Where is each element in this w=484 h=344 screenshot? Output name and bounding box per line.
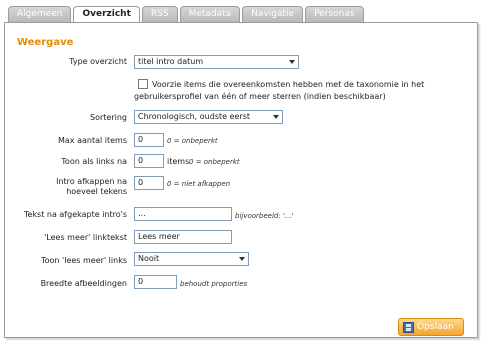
links-na-input[interactable]: 0: [134, 154, 164, 168]
lees-meer-tekst-label: 'Lees meer' linktekst: [44, 233, 127, 242]
tab-rss[interactable]: RSS: [141, 6, 178, 22]
tab-navigatie[interactable]: Navigatie: [242, 6, 304, 22]
taxonomie-checkbox-label: Voorzie items die overeenkomsten hebben …: [134, 80, 425, 101]
save-button[interactable]: Opslaan: [398, 318, 464, 336]
save-button-label: Opslaan: [417, 322, 454, 332]
floppy-disk-icon: [403, 321, 414, 333]
sortering-label: Sortering: [90, 113, 127, 122]
links-na-suffix: items: [167, 157, 190, 166]
tekst-na-hint: bijvoorbeeld: '...': [235, 212, 294, 220]
breedte-input[interactable]: 0: [134, 275, 177, 289]
links-na-label: Toon als links na: [61, 157, 127, 166]
intro-afkappen-hint: 0 = niet afkappen: [167, 180, 231, 188]
tab-overzicht[interactable]: Overzicht: [73, 6, 140, 23]
type-overzicht-label: Type overzicht: [69, 57, 127, 66]
links-na-hint: 0 = onbeperkt: [189, 158, 240, 166]
type-overzicht-value: titel intro datum: [138, 57, 204, 66]
chevron-down-icon: [239, 257, 245, 261]
tekst-na-input[interactable]: ...: [134, 207, 232, 221]
section-title: Weergave: [17, 37, 74, 48]
intro-afkappen-input[interactable]: 0: [134, 176, 164, 190]
type-overzicht-select[interactable]: titel intro datum: [134, 55, 299, 69]
tab-algemeen[interactable]: Algemeen: [8, 6, 72, 22]
chevron-down-icon: [289, 60, 295, 64]
breedte-label: Breedte afbeeldingen: [40, 279, 127, 288]
max-items-hint: 0 = onbeperkt: [167, 137, 218, 145]
tab-bar: Algemeen Overzicht RSS Metadata Navigati…: [8, 6, 364, 23]
toon-lees-meer-label: Toon 'lees meer' links: [41, 256, 127, 265]
breedte-hint: behoudt proporties: [180, 280, 248, 288]
max-items-label: Max aantal items: [57, 136, 127, 145]
intro-afkappen-label: Intro afkappen na hoeveel tekens: [56, 177, 127, 196]
tekst-na-label: Tekst na afgekapte intro's: [23, 210, 127, 219]
toon-lees-meer-select[interactable]: Nooit: [134, 252, 249, 266]
tab-metadata[interactable]: Metadata: [179, 6, 241, 22]
panel-shadow-bottom: [6, 338, 480, 341]
sortering-value: Chronologisch, oudste eerst: [138, 112, 251, 121]
max-items-input[interactable]: 0: [134, 133, 164, 147]
sortering-select[interactable]: Chronologisch, oudste eerst: [134, 110, 283, 124]
lees-meer-tekst-input[interactable]: Lees meer: [134, 230, 232, 244]
chevron-down-icon: [273, 115, 279, 119]
toon-lees-meer-value: Nooit: [138, 254, 160, 263]
panel-shadow-right: [478, 24, 481, 340]
tab-personas[interactable]: Personas: [305, 6, 364, 22]
